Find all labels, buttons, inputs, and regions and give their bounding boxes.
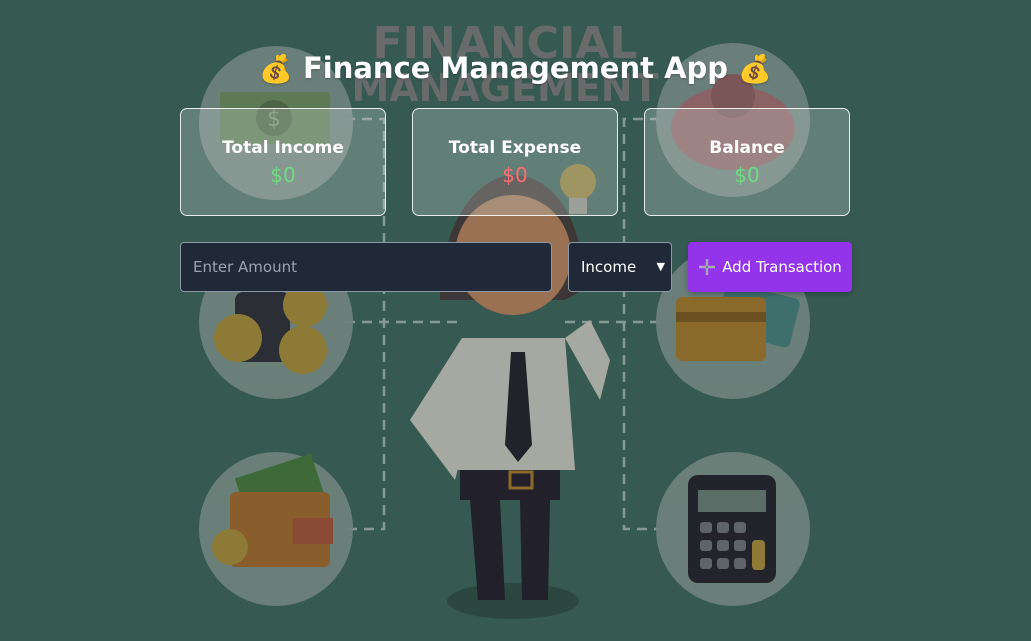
expense-value: $0 bbox=[502, 163, 528, 187]
money-bag-icon: 💰 bbox=[738, 54, 772, 85]
transaction-type-value: Income bbox=[581, 258, 637, 276]
page-title-text: Finance Management App bbox=[302, 51, 729, 85]
background-illustration: FINANCIAL MANAGEMENT $ bbox=[199, 18, 810, 619]
money-bag-icon: 💰 bbox=[259, 54, 293, 85]
income-label: Total Income bbox=[222, 138, 344, 158]
page-title: 💰 Finance Management App 💰 bbox=[0, 48, 1031, 90]
balance-value: $0 bbox=[734, 163, 760, 187]
expense-label: Total Expense bbox=[448, 138, 582, 158]
add-transaction-button[interactable]: Add Transaction bbox=[688, 242, 852, 292]
amount-input[interactable] bbox=[180, 242, 552, 292]
expense-card: Total Expense $0 bbox=[412, 108, 618, 216]
plus-icon bbox=[699, 259, 716, 275]
income-value: $0 bbox=[270, 163, 296, 187]
income-card: Total Income $0 bbox=[180, 108, 386, 216]
add-transaction-label: Add Transaction bbox=[722, 258, 842, 276]
transaction-type-select[interactable]: Income ▼ bbox=[568, 242, 672, 292]
balance-label: Balance bbox=[709, 138, 785, 158]
chevron-down-icon: ▼ bbox=[656, 260, 665, 273]
balance-card: Balance $0 bbox=[644, 108, 850, 216]
